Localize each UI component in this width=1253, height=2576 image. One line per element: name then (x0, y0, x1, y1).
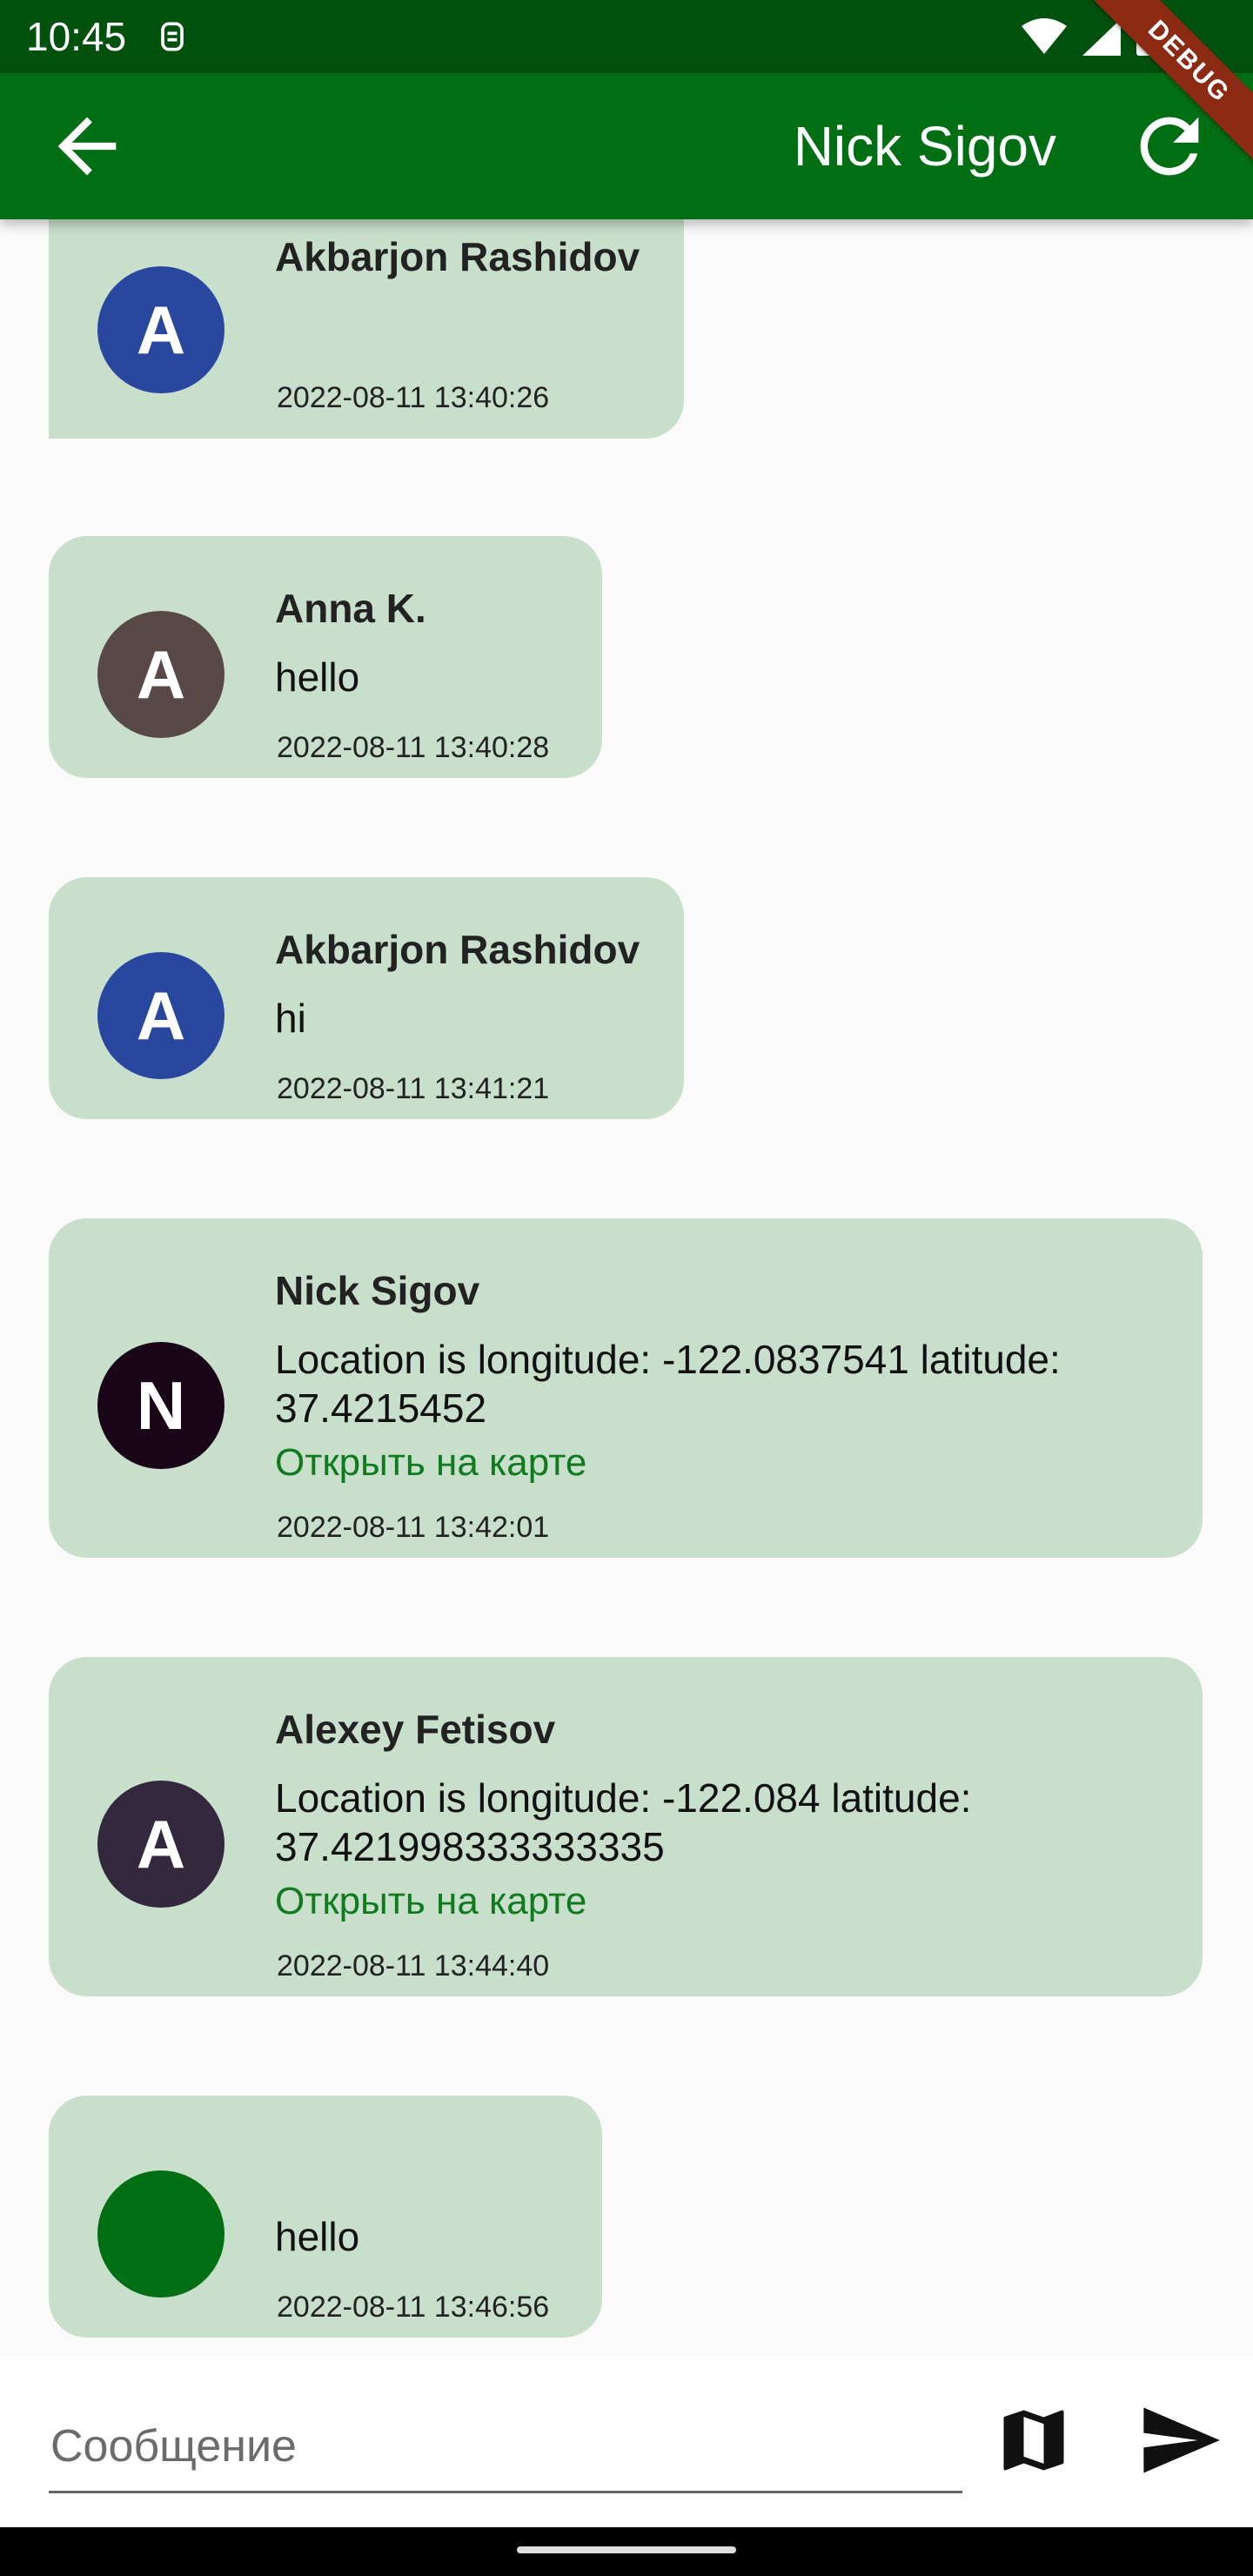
avatar: N (97, 1342, 224, 1469)
message-input-bar (0, 2357, 1253, 2527)
message-sender: Akbarjon Rashidov (275, 234, 640, 279)
avatar: A (97, 266, 224, 393)
message-bubble: A Anna K. hello 2022-08-11 13:40:28 (49, 536, 602, 778)
open-map-link[interactable]: Открыть на карте (275, 1880, 586, 1923)
message-text: hello (275, 2214, 360, 2259)
message-bubble: A Akbarjon Rashidov hi 2022-08-11 13:41:… (49, 877, 684, 1119)
message-text: hi (275, 996, 306, 1041)
message-text: hello (275, 654, 360, 700)
send-icon (1143, 2407, 1220, 2473)
message-sender: Nick Sigov (275, 1268, 480, 1313)
avatar: A (97, 1781, 224, 1908)
message-time: 2022-08-11 13:41:21 (277, 1072, 550, 1105)
message-bubble: A Alexey Fetisov Location is longitude: … (49, 1657, 1203, 1996)
wifi-icon (1022, 18, 1067, 54)
message-bubble: A Akbarjon Rashidov 2022-08-11 13:40:26 (49, 219, 684, 439)
message-sender: Akbarjon Rashidov (275, 927, 640, 972)
page-title: Nick Sigov (793, 115, 1056, 178)
avatar: A (97, 952, 224, 1079)
debug-banner: DEBUG (1067, 0, 1253, 184)
status-time: 10:45 (26, 14, 127, 59)
back-button[interactable] (44, 103, 131, 190)
arrow-back-icon (57, 117, 117, 176)
message-list[interactable]: A Akbarjon Rashidov 2022-08-11 13:40:26 … (0, 219, 1253, 2357)
send-button[interactable] (1136, 2397, 1223, 2484)
message-bubble: hello 2022-08-11 13:46:56 (49, 2096, 602, 2338)
home-gesture-handle[interactable] (517, 2546, 736, 2553)
message-time: 2022-08-11 13:40:26 (277, 381, 550, 414)
open-map-link[interactable]: Открыть на карте (275, 1441, 586, 1485)
message-time: 2022-08-11 13:46:56 (277, 2291, 550, 2324)
message-sender: Alexey Fetisov (275, 1707, 556, 1752)
message-time: 2022-08-11 13:42:01 (277, 1511, 550, 1544)
sim-icon (161, 22, 184, 51)
message-bubble: N Nick Sigov Location is longitude: -122… (49, 1218, 1203, 1558)
avatar (97, 2170, 224, 2298)
message-text: Location is longitude: -122.0837541 lati… (275, 1337, 1061, 1431)
message-time: 2022-08-11 13:40:28 (277, 731, 550, 764)
message-time: 2022-08-11 13:44:40 (277, 1949, 550, 1982)
map-button[interactable] (994, 2397, 1074, 2484)
map-icon (1003, 2410, 1064, 2471)
message-sender: Anna K. (275, 586, 426, 631)
message-input[interactable] (49, 2402, 962, 2493)
debug-banner-clip: DEBUG (1062, 0, 1253, 191)
navigation-bar (0, 2527, 1253, 2576)
avatar: A (97, 611, 224, 738)
message-text: Location is longitude: -122.084 latitude… (275, 1775, 972, 1869)
